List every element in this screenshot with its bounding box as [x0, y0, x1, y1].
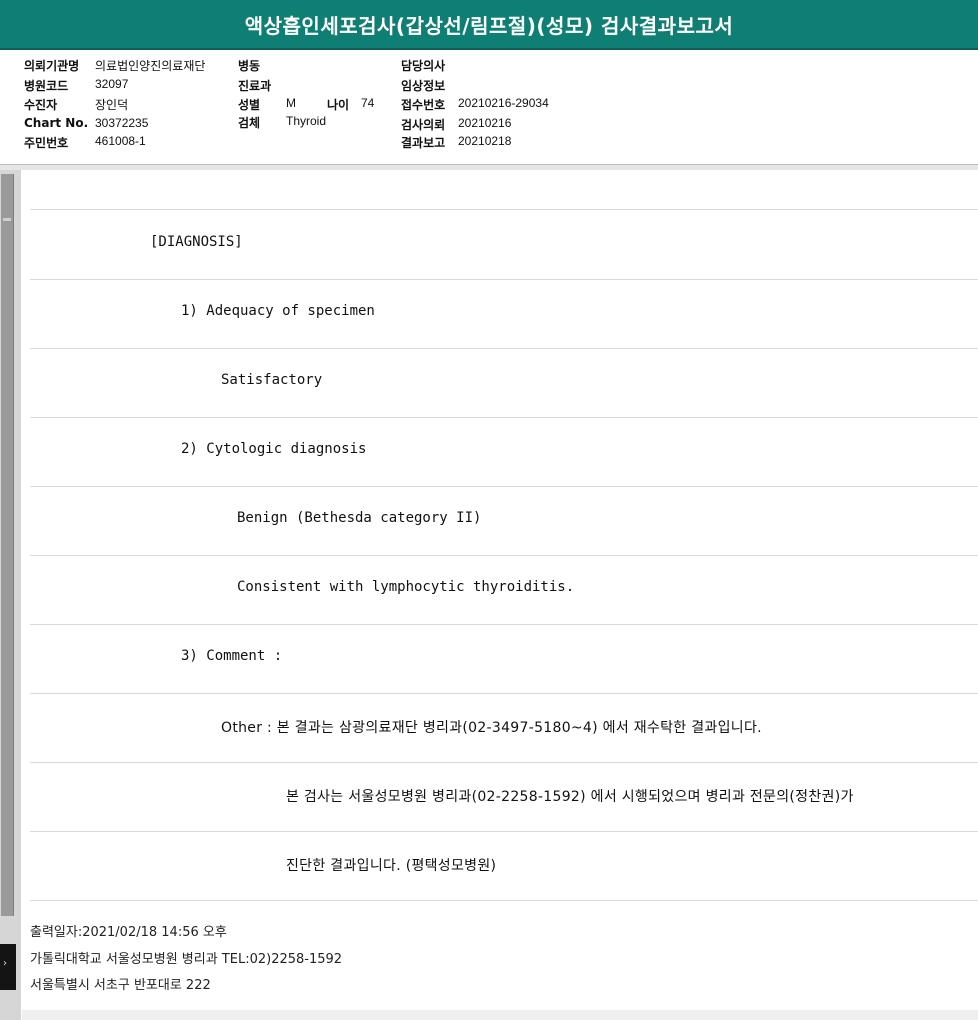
resident-id-label: 주민번호	[24, 136, 69, 150]
institution-value: 의료법인양진의료재단	[95, 59, 206, 73]
patient-label: 수진자	[24, 98, 58, 112]
report-body: [DIAGNOSIS] 1) Adequacy of specimen Sati…	[22, 170, 978, 1020]
comment-other: Other : 본 결과는 삼광의료재단 병리과(02-3497-5180~4)…	[221, 720, 762, 736]
taskbar-fragment: ›	[0, 944, 16, 990]
patient-info-header: 의뢰기관명 의료법인양진의료재단 병원코드 32097 수진자 장인덕 Char…	[0, 50, 978, 165]
department-label: 진료과	[238, 79, 272, 93]
specimen-label: 검체	[238, 116, 261, 130]
clinical-info-label: 임상정보	[401, 79, 446, 93]
report-line: 1) Adequacy of specimen	[30, 279, 978, 349]
sex-value: M	[286, 96, 296, 110]
ward-label: 병동	[238, 59, 261, 73]
chart-no-label: Chart No.	[24, 116, 89, 130]
institution-label: 의뢰기관명	[24, 59, 80, 73]
adequacy-value: Satisfactory	[221, 372, 323, 388]
diagnosis-heading: [DIAGNOSIS]	[150, 234, 243, 250]
report-line: 본 검사는 서울성모병원 병리과(02-2258-1592) 에서 시행되었으며…	[30, 762, 978, 832]
receipt-no-label: 접수번호	[401, 98, 446, 112]
adequacy-heading: 1) Adequacy of specimen	[181, 303, 375, 319]
taskbar-glyph-icon: ›	[3, 958, 7, 969]
attending-doctor-label: 담당의사	[401, 59, 446, 73]
lab-contact: 가톨릭대학교 서울성모병원 병리과 TEL:02)2258-1592	[30, 952, 343, 967]
specimen-value: Thyroid	[286, 114, 327, 128]
result-date-value: 20210218	[458, 134, 512, 148]
report-line	[30, 170, 978, 210]
result-date-label: 결과보고	[401, 136, 446, 150]
request-date-value: 20210216	[458, 116, 512, 130]
age-value: 74	[361, 96, 375, 110]
report-title: 액상흡인세포검사(갑상선/림프절)(성모) 검사결과보고서	[0, 0, 978, 50]
resident-id-value: 461008-1	[95, 134, 146, 148]
vertical-scrollbar[interactable]	[1, 174, 14, 916]
hospital-code-label: 병원코드	[24, 79, 69, 93]
report-line: 진단한 결과입니다. (평택성모병원)	[30, 831, 978, 901]
patient-value: 장인덕	[95, 98, 129, 112]
receipt-no-value: 20210216-29034	[458, 96, 549, 110]
report-line: Benign (Bethesda category II)	[30, 486, 978, 556]
sex-label: 성별	[238, 98, 261, 112]
cytologic-detail: Consistent with lymphocytic thyroiditis.	[237, 579, 575, 595]
report-line: 3) Comment :	[30, 624, 978, 694]
comment-line-2: 본 검사는 서울성모병원 병리과(02-2258-1592) 에서 시행되었으며…	[286, 789, 854, 805]
bottom-edge	[22, 1010, 978, 1020]
report-line: Satisfactory	[30, 348, 978, 418]
print-date: 출력일자:2021/02/18 14:56 오후	[30, 925, 227, 940]
hospital-code-value: 32097	[95, 77, 129, 91]
age-label: 나이	[327, 98, 350, 112]
report-line: 2) Cytologic diagnosis	[30, 417, 978, 487]
report-line: Other : 본 결과는 삼광의료재단 병리과(02-3497-5180~4)…	[30, 693, 978, 763]
report-line: [DIAGNOSIS]	[30, 210, 978, 280]
lab-address: 서울특별시 서초구 반포대로 222	[30, 978, 211, 993]
chart-no-value: 30372235	[95, 116, 149, 130]
comment-line-3: 진단한 결과입니다. (평택성모병원)	[286, 858, 497, 874]
cytologic-heading: 2) Cytologic diagnosis	[181, 441, 367, 457]
cytologic-result: Benign (Bethesda category II)	[237, 510, 482, 526]
request-date-label: 검사의뢰	[401, 118, 446, 132]
scrollbar-grip-icon	[3, 218, 11, 221]
report-line: Consistent with lymphocytic thyroiditis.	[30, 555, 978, 625]
comment-heading: 3) Comment :	[181, 648, 283, 664]
